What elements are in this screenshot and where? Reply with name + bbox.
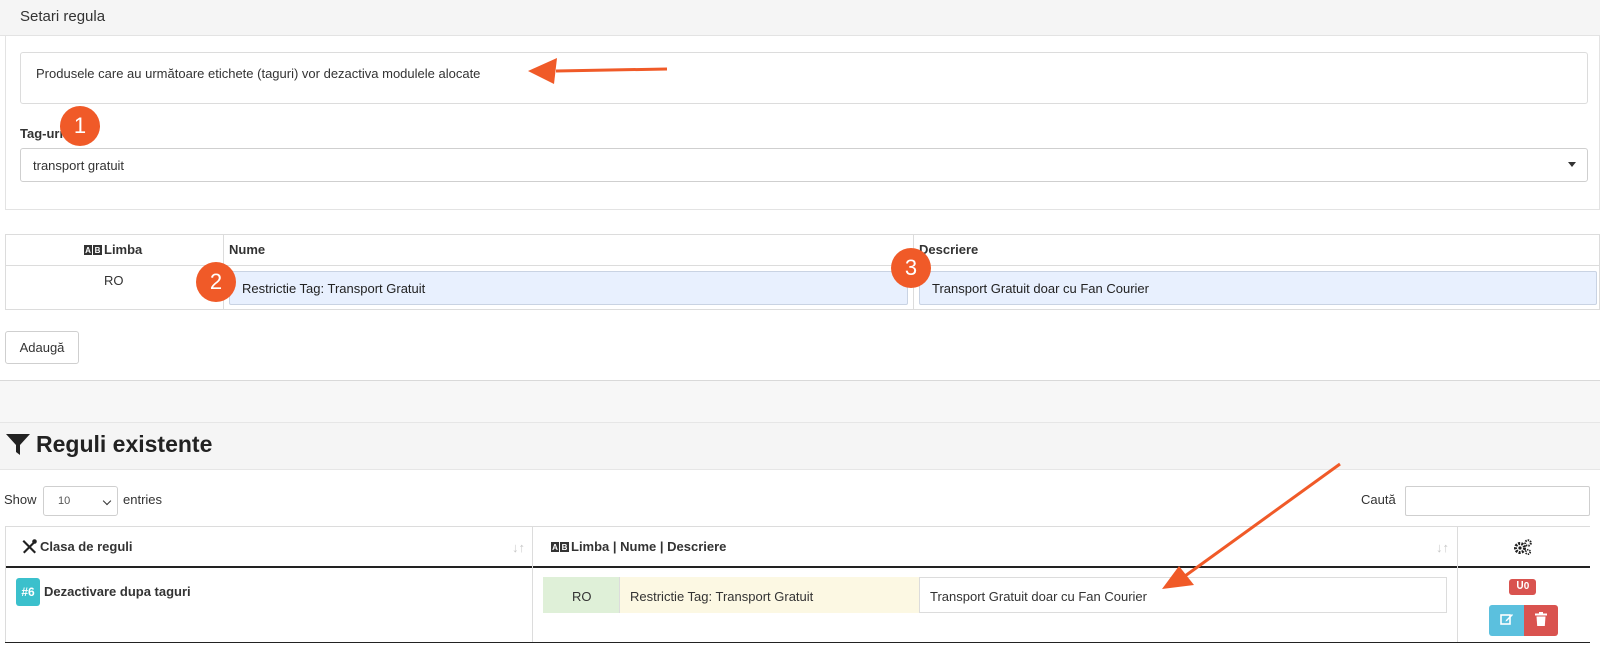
annotation-arrows [528, 58, 1341, 589]
step-marker-3: 3 [891, 248, 931, 288]
arrow-head [528, 58, 557, 84]
arrow-head [1162, 566, 1194, 589]
step-marker-1: 1 [60, 106, 100, 146]
arrow-line [1184, 462, 1341, 578]
step-marker-2: 2 [196, 262, 236, 302]
arrow-line [555, 67, 668, 73]
